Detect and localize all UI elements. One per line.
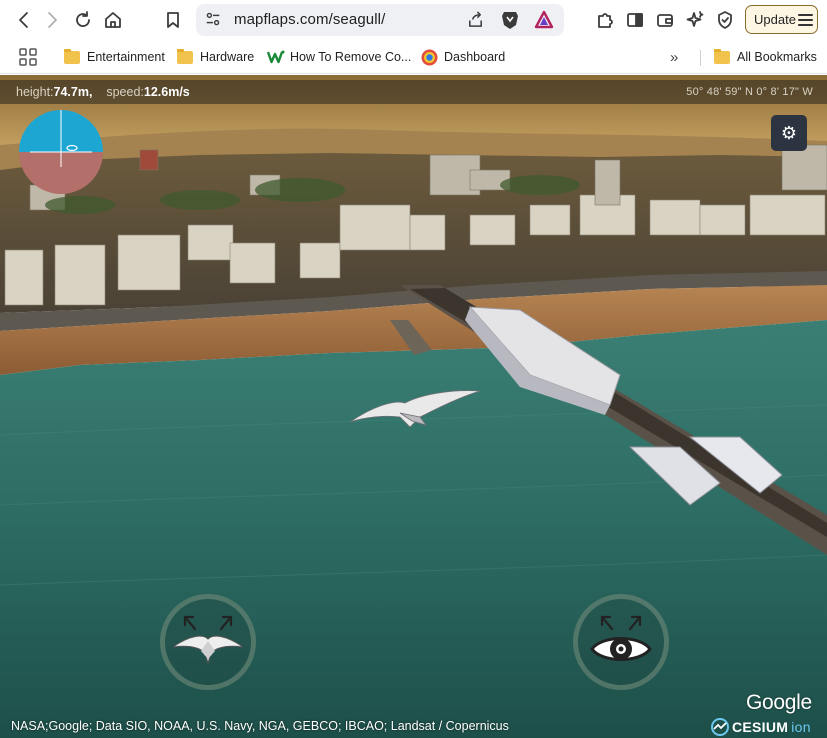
attitude-indicator xyxy=(19,110,103,194)
seagull-arrows-icon xyxy=(172,615,244,665)
update-label: Update xyxy=(754,12,796,27)
flight-stats: height:74.7m, speed:12.6m/s xyxy=(16,85,190,99)
bookmark-dashboard[interactable]: Dashboard xyxy=(421,47,505,67)
map-viewport[interactable]: height:74.7m, speed:12.6m/s 50° 48' 59" … xyxy=(0,75,827,738)
home-button[interactable] xyxy=(101,8,125,32)
wallet-icon xyxy=(657,14,673,27)
cesium-icon xyxy=(711,718,729,736)
shield-check-icon xyxy=(718,11,732,29)
browser-toolbar: mapflaps.com/seagull/ Update xyxy=(0,0,827,40)
w-site-icon xyxy=(267,50,285,64)
brave-shields-icon[interactable] xyxy=(500,9,520,35)
settings-button[interactable]: ⚙ xyxy=(771,115,807,151)
all-bookmarks-button[interactable]: All Bookmarks xyxy=(714,47,817,67)
bookmark-page-button[interactable] xyxy=(161,8,185,32)
reload-button[interactable] xyxy=(71,8,95,32)
bookmark-label: Entertainment xyxy=(87,50,165,64)
speed-label: speed: xyxy=(106,85,144,99)
data-credits[interactable]: NASA;Google; Data SIO, NOAA, U.S. Navy, … xyxy=(11,719,509,733)
brave-rewards-icon[interactable] xyxy=(534,10,554,34)
sparkle-icon xyxy=(686,11,704,27)
bookmark-label: How To Remove Co... xyxy=(290,50,412,64)
home-icon xyxy=(105,12,121,28)
site-settings-icon[interactable] xyxy=(204,10,222,33)
height-value: 74.7m, xyxy=(53,85,93,99)
dashboard-icon xyxy=(421,49,438,65)
vpn-button[interactable] xyxy=(713,8,737,32)
eye-arrows-icon xyxy=(590,615,652,661)
extensions-button[interactable] xyxy=(593,8,617,32)
folder-icon xyxy=(64,48,80,64)
puzzle-icon xyxy=(598,13,613,28)
bookmarks-divider xyxy=(700,50,701,66)
height-label: height: xyxy=(16,85,54,99)
all-bookmarks-label: All Bookmarks xyxy=(737,50,817,64)
forward-arrow-icon xyxy=(48,12,57,28)
cesium-ion-logo[interactable]: CESIUM ion xyxy=(711,717,811,737)
update-button[interactable]: Update xyxy=(745,5,818,34)
coordinates-readout: 50° 48' 59" N 0° 8' 17" W xyxy=(686,86,813,98)
bookmarks-overflow-button[interactable]: » xyxy=(670,47,678,67)
wallet-button[interactable] xyxy=(653,8,677,32)
reload-icon xyxy=(76,11,90,27)
cesium-text: CESIUM xyxy=(732,719,789,735)
address-bar[interactable]: mapflaps.com/seagull/ xyxy=(196,4,564,36)
fly-control-button[interactable] xyxy=(160,594,256,690)
back-button[interactable] xyxy=(12,8,36,32)
speed-value: 12.6m/s xyxy=(143,85,190,99)
bookmark-how-to-remove[interactable]: How To Remove Co... xyxy=(267,47,411,67)
menu-icon xyxy=(798,14,813,29)
sidebar-button[interactable] xyxy=(623,8,647,32)
bookmark-label: Dashboard xyxy=(444,50,506,64)
bookmark-hardware[interactable]: Hardware xyxy=(177,47,254,67)
bookmark-label: Hardware xyxy=(200,50,255,64)
google-logo: Google xyxy=(746,691,812,714)
folder-icon xyxy=(714,48,730,64)
bookmark-icon xyxy=(167,12,179,28)
flight-hud: height:74.7m, speed:12.6m/s 50° 48' 59" … xyxy=(0,80,827,104)
gear-icon: ⚙ xyxy=(780,122,798,143)
look-control-button[interactable] xyxy=(573,594,669,690)
bookmark-entertainment[interactable]: Entertainment xyxy=(64,47,165,67)
url-text[interactable]: mapflaps.com/seagull/ xyxy=(234,11,385,28)
leo-ai-button[interactable] xyxy=(683,8,707,32)
share-icon[interactable] xyxy=(466,10,485,34)
apps-grid-icon[interactable] xyxy=(19,48,37,71)
bookmarks-bar: Entertainment Hardware How To Remove Co.… xyxy=(0,40,827,74)
forward-button[interactable] xyxy=(40,8,64,32)
folder-icon xyxy=(177,48,193,64)
city-scene xyxy=(0,75,827,738)
sidebar-icon xyxy=(627,13,643,27)
back-arrow-icon xyxy=(19,12,28,28)
ion-text: ion xyxy=(791,719,811,735)
